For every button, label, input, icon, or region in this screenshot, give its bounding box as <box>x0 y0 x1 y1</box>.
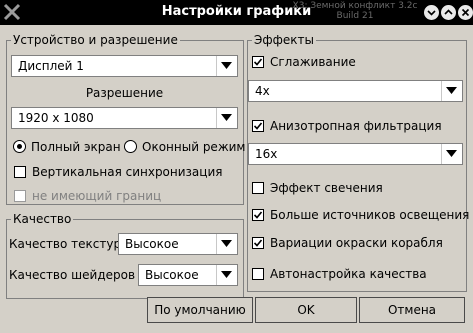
ok-button[interactable]: OK <box>255 297 357 323</box>
windowed-label[interactable]: Оконный режим <box>142 139 245 155</box>
dropdown-arrow-icon <box>441 81 462 101</box>
chevron-up-icon <box>444 9 453 15</box>
maximize-button[interactable] <box>441 5 456 20</box>
texture-quality-value: Высокое <box>125 237 179 251</box>
checkmark-icon <box>253 211 263 219</box>
more-lights-label[interactable]: Больше источников освещения <box>270 207 469 223</box>
display-dropdown[interactable]: Дисплей 1 <box>11 55 238 77</box>
dropdown-arrow-icon <box>216 56 237 76</box>
anisotropic-checkbox[interactable] <box>252 120 264 132</box>
shader-quality-dropdown[interactable]: Высокое <box>138 264 238 286</box>
glow-label[interactable]: Эффект свечения <box>270 180 383 196</box>
windowed-radio[interactable] <box>124 140 137 153</box>
fullscreen-radio[interactable] <box>13 140 26 153</box>
texture-quality-dropdown[interactable]: Высокое <box>118 233 238 255</box>
app-info: X3: Земной конфликт 3.2c Build 21 <box>290 1 420 21</box>
quality-group-label: Качество <box>13 212 72 226</box>
borderless-label: не имеющий границ <box>32 189 162 203</box>
vsync-label[interactable]: Вертикальная синхронизация <box>32 164 222 180</box>
radio-selected-dot <box>17 144 22 149</box>
resolution-value: 1920 x 1080 <box>18 111 94 125</box>
anisotropic-dropdown[interactable]: 16x <box>248 143 463 165</box>
dropdown-arrow-icon <box>216 108 237 128</box>
borderless-checkbox[interactable] <box>14 190 26 202</box>
anisotropic-label[interactable]: Анизотропная фильтрация <box>270 118 442 134</box>
minimize-button[interactable] <box>424 5 439 20</box>
anisotropic-value: 16x <box>255 147 278 161</box>
antialiasing-label[interactable]: Сглаживание <box>270 54 356 70</box>
chevron-down-icon <box>427 10 436 16</box>
app-name: X3: Земной конфликт 3.2c <box>292 1 418 11</box>
effects-group-label: Эффекты <box>254 33 314 47</box>
close-button[interactable] <box>458 5 473 20</box>
cancel-button[interactable]: Отмена <box>359 297 465 323</box>
checkmark-icon <box>253 239 263 247</box>
antialiasing-checkbox[interactable] <box>252 56 264 68</box>
resolution-dropdown[interactable]: 1920 x 1080 <box>11 107 238 129</box>
device-group-label: Устройство и разрешение <box>13 33 178 47</box>
dropdown-arrow-icon <box>216 265 237 285</box>
auto-quality-checkbox[interactable] <box>252 268 264 280</box>
vsync-checkbox[interactable] <box>14 166 26 178</box>
fullscreen-label[interactable]: Полный экран <box>31 139 121 155</box>
title-bar[interactable]: Настройки графики X3: Земной конфликт 3.… <box>0 0 473 25</box>
shader-quality-value: Высокое <box>145 268 199 282</box>
more-lights-checkbox[interactable] <box>252 209 264 221</box>
ship-color-label[interactable]: Вариации окраски корабля <box>270 235 443 251</box>
graphics-settings-window: Настройки графики X3: Земной конфликт 3.… <box>0 0 473 333</box>
shader-quality-label: Качество шейдеров <box>9 268 136 282</box>
display-value: Дисплей 1 <box>18 59 84 73</box>
dropdown-arrow-icon <box>216 234 237 254</box>
auto-quality-label[interactable]: Автонастройка качества <box>270 266 427 282</box>
resolution-label: Разрешение <box>85 86 164 100</box>
close-icon <box>461 8 470 17</box>
default-button[interactable]: По умолчанию <box>147 297 253 323</box>
checkmark-icon <box>253 58 263 66</box>
antialiasing-dropdown[interactable]: 4x <box>248 80 463 102</box>
app-build: Build 21 <box>336 11 374 21</box>
ship-color-checkbox[interactable] <box>252 237 264 249</box>
antialiasing-value: 4x <box>255 84 270 98</box>
dropdown-arrow-icon <box>441 144 462 164</box>
checkmark-icon <box>253 122 263 130</box>
texture-quality-label: Качество текстур <box>9 237 122 251</box>
glow-checkbox[interactable] <box>252 182 264 194</box>
